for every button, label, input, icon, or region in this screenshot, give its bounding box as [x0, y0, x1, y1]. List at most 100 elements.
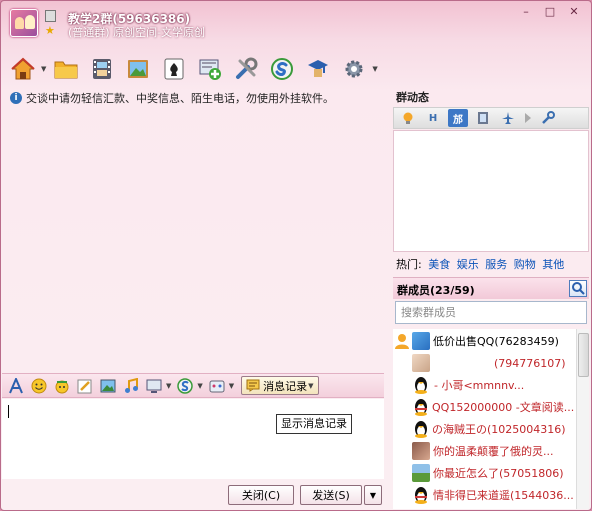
show-dropdown-arrow[interactable]: ▼ — [229, 382, 234, 390]
chat-window: ★ 教学2群(59636386) (普通群) 原创空间-文学原创 – □ ✕ ▼ — [0, 0, 592, 511]
home-icon[interactable] — [7, 54, 39, 84]
member-list-scrollbar[interactable] — [576, 329, 589, 509]
emoji-icon[interactable] — [30, 377, 48, 395]
member-search-button[interactable] — [569, 280, 587, 297]
message-history-button[interactable]: 消息记录 ▼ — [241, 376, 319, 395]
avatar — [412, 442, 430, 460]
magic-emoji-icon[interactable] — [53, 377, 71, 395]
member-name: (794776107) — [494, 356, 566, 370]
member-list: 低价出售QQ(76283459) (794776107) - 小哥<mmnnv.… — [393, 329, 589, 509]
screenshot-dropdown-arrow[interactable]: ▼ — [166, 382, 171, 390]
avatar — [412, 464, 430, 482]
hot-link-other[interactable]: 其他 — [542, 258, 564, 271]
member-row[interactable]: 你的温柔颠覆了俄的灵... — [393, 440, 577, 462]
members-header: 群成员(23/59) — [393, 277, 589, 299]
members-title: 群成员(23/59) — [397, 284, 475, 297]
group-subtitle: (普通群) 原创空间-文学原创 — [68, 26, 206, 39]
music-icon[interactable] — [122, 377, 140, 395]
member-name: 低价出售QQ(76283459) — [433, 335, 559, 348]
doodle-icon[interactable] — [76, 377, 94, 395]
send-button[interactable]: 发送(S) — [300, 485, 362, 505]
tab-plane[interactable] — [498, 109, 518, 127]
member-row[interactable]: QQ152000000 -文章阅读... — [393, 396, 577, 418]
tab-calendar[interactable]: 邡 — [448, 109, 468, 127]
add-app-icon[interactable] — [194, 54, 226, 84]
tab-wrench[interactable] — [538, 109, 558, 127]
hot-link-shopping[interactable]: 购物 — [514, 258, 536, 271]
plane-icon — [502, 112, 514, 124]
tab-scroll-right[interactable] — [523, 109, 533, 127]
member-name: 你最近怎么了(57051806) — [433, 467, 564, 480]
settings-icon[interactable] — [338, 54, 370, 84]
owner-icon — [395, 334, 409, 349]
info-icon: i — [10, 92, 22, 104]
member-row[interactable]: の海贼王の(1025004316) — [393, 418, 577, 440]
member-search-input[interactable]: 搜索群成员 — [395, 301, 587, 324]
history-label: 消息记录 — [263, 379, 308, 393]
member-row[interactable]: 你最近怎么了(57051806) — [393, 462, 577, 484]
settings-dropdown-arrow[interactable]: ▼ — [372, 65, 377, 73]
member-row[interactable]: (794776107) — [393, 352, 577, 374]
chevron-right-icon — [525, 113, 531, 123]
member-name: - 小哥<mmnnv... — [434, 379, 525, 392]
hot-link-food[interactable]: 美食 — [428, 258, 450, 271]
member-name: 你的温柔颠覆了俄的灵... — [433, 445, 554, 458]
penguin-avatar-icon — [415, 377, 427, 394]
penguin-avatar-icon — [415, 487, 427, 504]
hot-label: 热门: — [396, 258, 422, 271]
text-caret — [8, 405, 9, 418]
member-row[interactable]: - 小哥<mmnnv... — [393, 374, 577, 396]
message-display-area[interactable] — [2, 109, 384, 371]
soso-icon[interactable] — [266, 54, 298, 84]
font-icon[interactable] — [7, 377, 25, 395]
scrollbar-thumb[interactable] — [578, 333, 589, 377]
close-window-button[interactable]: ✕ — [563, 3, 585, 19]
home-dropdown-arrow[interactable]: ▼ — [41, 65, 46, 73]
group-dynamics-content — [393, 130, 589, 252]
star-icon: ★ — [45, 24, 55, 37]
image-send-icon[interactable] — [99, 377, 117, 395]
folder-icon[interactable] — [50, 54, 82, 84]
member-name: QQ152000000 -文章阅读... — [432, 401, 575, 414]
soso-small-icon[interactable] — [176, 377, 194, 395]
message-input[interactable] — [2, 399, 384, 479]
picture-icon[interactable] — [122, 54, 154, 84]
tab-film[interactable] — [473, 109, 493, 127]
tools-icon[interactable] — [230, 54, 262, 84]
screenshot-icon[interactable] — [145, 377, 163, 395]
group-avatar[interactable] — [10, 9, 38, 37]
group-level-icon — [45, 10, 56, 22]
hot-link-service[interactable]: 服务 — [485, 258, 507, 271]
campus-icon[interactable] — [302, 54, 334, 84]
tab-h[interactable]: H — [423, 109, 443, 127]
film-icon[interactable] — [86, 54, 118, 84]
notice-text: 交谈中请勿轻信汇款、中奖信息、陌生电话，勿使用外挂软件。 — [26, 92, 334, 105]
maximize-button[interactable]: □ — [539, 3, 561, 19]
close-button[interactable]: 关闭(C) — [228, 485, 294, 505]
bulb-icon — [403, 112, 413, 124]
title-bar: ★ 教学2群(59636386) (普通群) 原创空间-文学原创 – □ ✕ — [1, 1, 591, 47]
hot-link-entertainment[interactable]: 娱乐 — [457, 258, 479, 271]
format-toolbar: ▼ ▼ ▼ 消息记录 ▼ — [2, 373, 384, 398]
member-row[interactable]: 低价出售QQ(76283459) — [393, 330, 577, 352]
show-icon[interactable] — [208, 377, 226, 395]
film-small-icon — [478, 112, 488, 124]
penguin-avatar-icon — [415, 399, 427, 416]
action-bar: 关闭(C) 发送(S) ▼ — [2, 480, 384, 510]
minimize-button[interactable]: – — [515, 3, 537, 19]
history-tooltip: 显示消息记录 — [276, 414, 352, 434]
member-row[interactable]: 情非得已来道遥(1544036... — [393, 484, 577, 506]
member-name: 情非得已来道遥(1544036... — [433, 489, 574, 502]
penguin-avatar-icon — [415, 421, 427, 438]
group-dynamics-title: 群动态 — [396, 91, 429, 104]
send-options-button[interactable]: ▼ — [364, 485, 382, 505]
game-icon[interactable] — [158, 54, 190, 84]
history-dropdown-arrow[interactable]: ▼ — [308, 382, 313, 390]
member-name: の海贼王の(1025004316) — [432, 423, 566, 436]
soso-dropdown-arrow[interactable]: ▼ — [197, 382, 202, 390]
security-notice: i 交谈中请勿轻信汇款、中奖信息、陌生电话，勿使用外挂软件。 — [10, 90, 334, 106]
hot-links: 热门: 美食 娱乐 服务 购物 其他 — [396, 256, 564, 272]
side-panel: 群动态 H 邡 热门: 美食 娱乐 服务 购物 其他 群成员(23/59) 搜索… — [390, 85, 591, 511]
wrench-icon — [542, 111, 555, 124]
tab-bulb[interactable] — [398, 109, 418, 127]
